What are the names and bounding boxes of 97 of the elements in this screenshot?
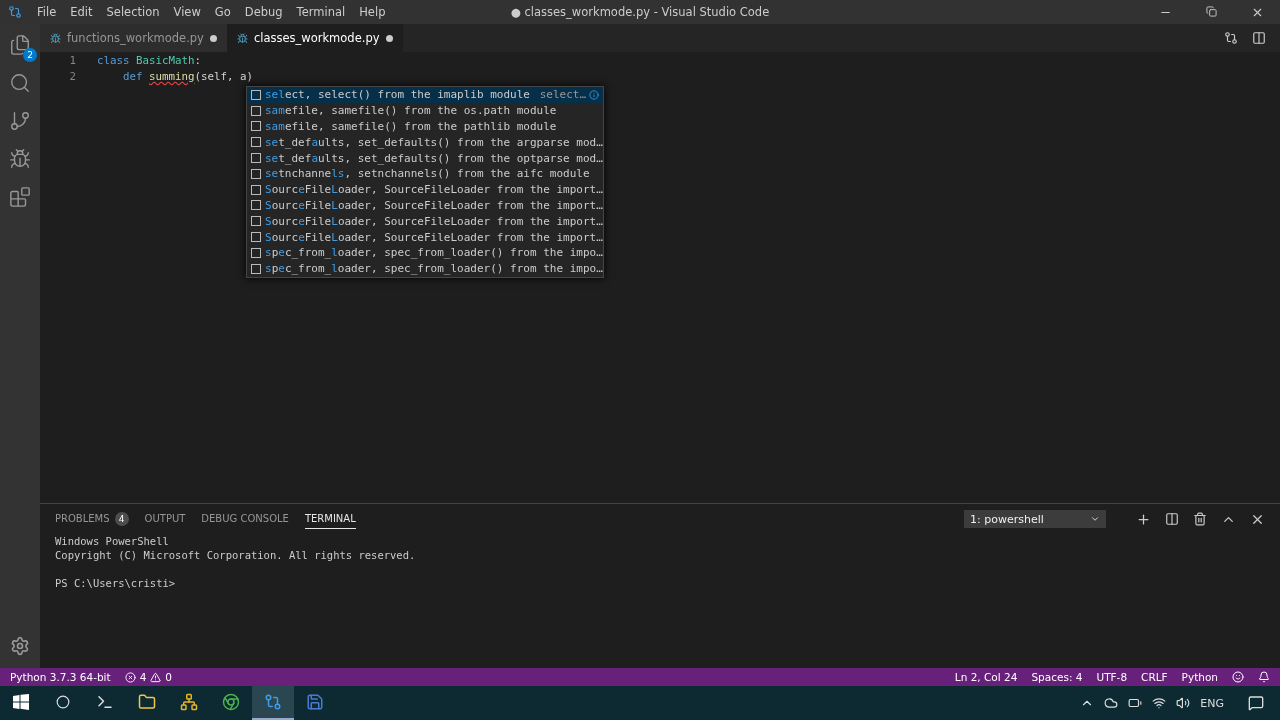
suggestion-item[interactable]: SourceFileLoader, SourceFileLoader from the import…	[247, 197, 603, 214]
cloud-icon[interactable]	[1104, 696, 1119, 710]
code-editor-icon[interactable]	[252, 686, 294, 720]
terminal-line: Copyright (C) Microsoft Corporation. All rights reserved.	[55, 548, 417, 562]
search-icon[interactable]	[9, 72, 31, 94]
status-item[interactable]: Ln 2, Col 24	[954, 671, 1018, 683]
suggestion-item[interactable]: samefile, samefile() from the os.path module	[247, 102, 603, 119]
panel-tab[interactable]: PROBLEMS 4	[55, 507, 129, 531]
info-icon[interactable]	[589, 89, 599, 100]
suggestion-label: SourceFileLoader, SourceFileLoader from the import…	[265, 198, 603, 212]
suggestion-item[interactable]: spec_from_loader, spec_from_loader() from the impo…	[247, 244, 603, 261]
snippet-icon	[251, 200, 261, 211]
window-title: ● classes_workmode.py - Visual Studio Code	[510, 5, 770, 19]
snippet-icon	[251, 121, 261, 132]
extensions-icon[interactable]	[9, 186, 31, 208]
bell-icon[interactable]	[1258, 671, 1270, 683]
restore-icon[interactable]	[1205, 5, 1217, 17]
snippet-icon	[251, 263, 261, 274]
files-icon[interactable]	[9, 34, 31, 56]
snippet-icon	[251, 232, 261, 243]
suggestion-label: set_defaults, set_defaults() from the optparse mod…	[265, 151, 603, 165]
snippet-icon	[251, 105, 261, 116]
suggestion-label: set_defaults, set_defaults() from the argparse mod…	[265, 135, 603, 149]
compare-icon[interactable]	[1224, 31, 1238, 45]
status-item[interactable]: Spaces: 4	[1031, 671, 1083, 683]
warning-icon	[150, 671, 162, 683]
menu-item[interactable]: File	[30, 5, 64, 19]
count-badge: 4	[114, 511, 129, 526]
language-indicator[interactable]: ENG	[1200, 696, 1224, 710]
panel-tab[interactable]: DEBUG CONSOLE	[201, 509, 289, 529]
menu-item[interactable]: View	[166, 5, 208, 19]
suggestion-label: SourceFileLoader, SourceFileLoader from the import…	[265, 230, 603, 244]
suggestion-item[interactable]: spec_from_loader, spec_from_loader() from the impo…	[247, 260, 603, 277]
suggestion-label: spec_from_loader, spec_from_loader() from the impo…	[265, 246, 603, 260]
snippet-icon	[251, 137, 261, 148]
code-line: class BasicMath:	[97, 53, 202, 69]
suggestion-label: setnchannels, setnchannels() from the aifc module	[265, 167, 590, 181]
suggestion-label: SourceFileLoader, SourceFileLoader from the import…	[265, 183, 603, 197]
status-item[interactable]: Python 3.7.3 64-bit	[10, 671, 111, 683]
menu-item[interactable]: Edit	[63, 5, 100, 19]
git-icon[interactable]	[9, 110, 31, 132]
debug-icon[interactable]	[9, 148, 31, 170]
menu-item[interactable]: Help	[352, 5, 393, 19]
snippet-icon	[251, 153, 261, 164]
error-count[interactable]: 4	[139, 671, 147, 683]
caret-icon	[1090, 514, 1100, 524]
editor-tab[interactable]: functions_workmode.py	[40, 24, 227, 52]
terminal-prompt: PS C:\Users\cristi>	[55, 576, 177, 590]
status-item[interactable]: Python	[1181, 671, 1218, 683]
error-icon	[124, 671, 136, 683]
wifi-icon[interactable]	[1152, 696, 1167, 710]
suggestion-detail: select…	[539, 88, 586, 102]
editor-tab[interactable]: classes_workmode.py	[226, 24, 403, 52]
notification-icon[interactable]	[1248, 695, 1264, 711]
count-badge: 2	[23, 48, 37, 62]
snippet-icon	[251, 168, 261, 179]
suggestion-item[interactable]: setnchannels, setnchannels() from the aifc module	[247, 166, 603, 182]
settings-icon[interactable]	[10, 636, 30, 656]
menu-item[interactable]: Go	[207, 5, 238, 19]
battery-icon[interactable]	[1128, 696, 1143, 710]
snippet-icon	[251, 89, 261, 100]
split-icon[interactable]	[1165, 511, 1179, 527]
line-number: 1	[68, 53, 77, 69]
menu-item[interactable]: Terminal	[289, 5, 353, 19]
suggestion-item[interactable]: set_defaults, set_defaults() from the argparse mod…	[247, 134, 603, 151]
code-line: def summing(self, a)	[122, 69, 254, 85]
panel-tab[interactable]: OUTPUT	[144, 509, 186, 529]
suggestion-label: spec_from_loader, spec_from_loader() from the impo…	[265, 262, 603, 276]
suggestion-label: samefile, samefile() from the os.path module	[265, 104, 557, 118]
suggestion-item[interactable]: set_defaults, set_defaults() from the optparse mod…	[247, 150, 603, 166]
split-editor-icon[interactable]	[1252, 31, 1266, 45]
smiley-icon[interactable]	[1232, 671, 1244, 683]
trash-icon[interactable]	[1193, 511, 1207, 527]
suggestion-label: SourceFileLoader, SourceFileLoader from the import…	[265, 214, 603, 228]
add-icon[interactable]	[1136, 511, 1151, 527]
panel-tab[interactable]: TERMINAL	[304, 509, 356, 529]
snippet-icon	[251, 216, 261, 227]
suggestion-item[interactable]: samefile, samefile() from the pathlib module	[247, 118, 603, 135]
line-number: 2	[68, 69, 77, 85]
tab-label: classes_workmode.py	[253, 31, 380, 45]
suggestion-label: samefile, samefile() from the pathlib module	[265, 120, 557, 133]
suggestion-item[interactable]: select, select() from the imaplib module select…	[247, 87, 603, 103]
suggestion-item[interactable]: SourceFileLoader, SourceFileLoader from the import…	[247, 229, 603, 245]
suggestion-item[interactable]: SourceFileLoader, SourceFileLoader from the import…	[247, 213, 603, 230]
terminal-line: Windows PowerShell	[55, 534, 170, 548]
suggestion-item[interactable]: SourceFileLoader, SourceFileLoader from the import…	[247, 181, 603, 198]
snippet-icon	[251, 247, 261, 258]
menu-item[interactable]: Debug	[237, 5, 290, 19]
warning-count[interactable]: 0	[165, 671, 172, 683]
terminal-select[interactable]: 1: powershell	[964, 510, 1106, 528]
menu-item[interactable]: Selection	[99, 5, 167, 19]
status-item[interactable]: UTF-8	[1096, 671, 1128, 683]
snippet-icon	[251, 184, 261, 195]
tab-label: functions_workmode.py	[67, 31, 204, 45]
status-item[interactable]: CRLF	[1141, 671, 1168, 683]
volume-icon[interactable]	[1176, 696, 1191, 710]
suggestion-label: select, select() from the imaplib module	[265, 88, 530, 102]
